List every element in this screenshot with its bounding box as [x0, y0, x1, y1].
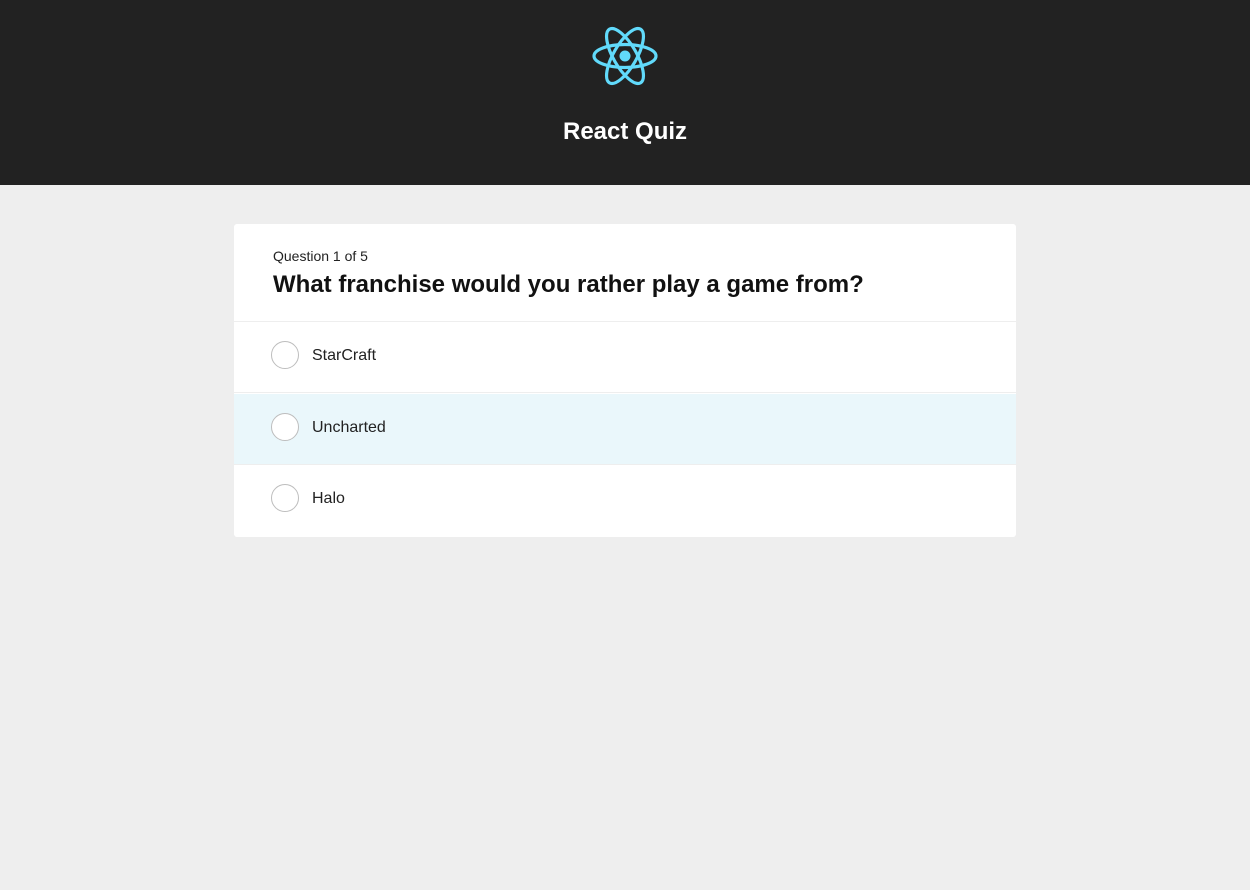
radio-button-starcraft[interactable]	[271, 341, 299, 369]
answer-option-uncharted[interactable]: Uncharted	[234, 394, 1016, 465]
app-header: React Quiz	[0, 0, 1250, 185]
answer-option-starcraft[interactable]: StarCraft	[234, 322, 1016, 393]
quiz-card: Question 1 of 5 What franchise would you…	[234, 224, 1016, 537]
question-counter: Question 1 of 5	[273, 248, 368, 264]
answer-label-halo: Halo	[312, 490, 345, 507]
answer-label-uncharted: Uncharted	[312, 419, 386, 436]
answer-option-halo[interactable]: Halo	[234, 465, 1016, 536]
question-text: What franchise would you rather play a g…	[273, 271, 864, 298]
radio-button-uncharted[interactable]	[271, 413, 299, 441]
radio-button-halo[interactable]	[271, 484, 299, 512]
react-logo-icon	[590, 23, 660, 89]
app-title: React Quiz	[562, 118, 688, 145]
question-area: Question 1 of 5 What franchise would you…	[234, 224, 1016, 322]
answer-label-starcraft: StarCraft	[312, 347, 377, 364]
